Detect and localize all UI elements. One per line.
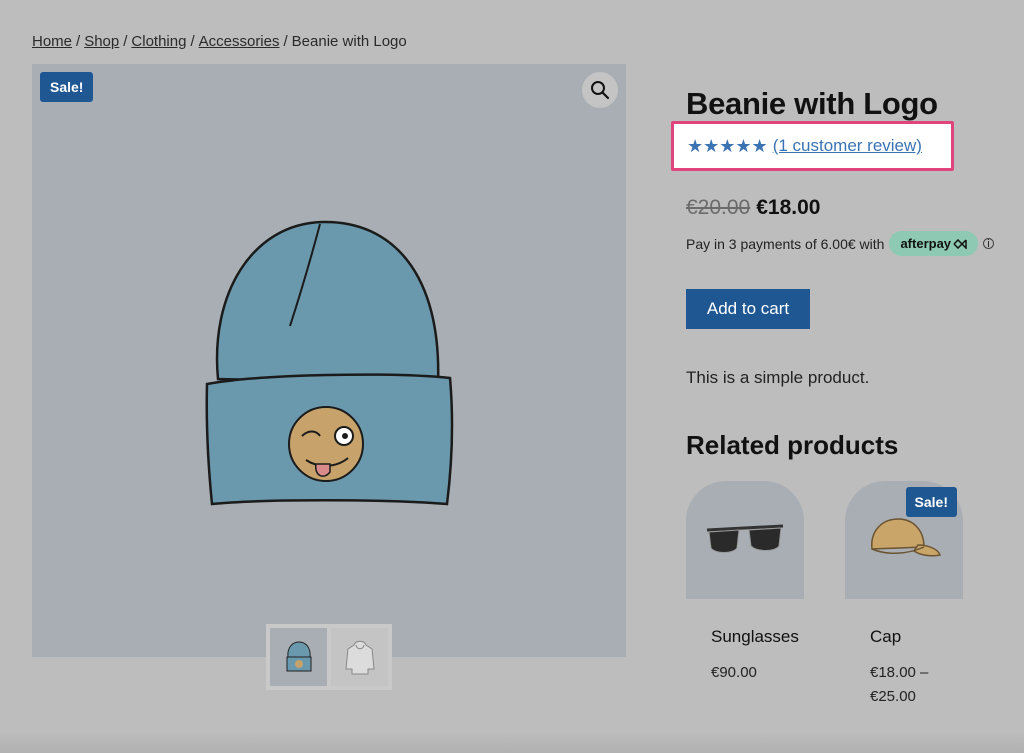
info-icon[interactable]: i (983, 238, 995, 250)
breadcrumb-separator: / (76, 33, 81, 50)
breadcrumb: Home / Shop / Clothing / Accessories / Beanie wi… (32, 33, 407, 50)
breadcrumb-clothing[interactable]: Clothing (131, 33, 186, 50)
afterpay-message: Pay in 3 payments of 6.00€ with afterpay… (686, 231, 995, 256)
afterpay-logo-icon (953, 238, 967, 249)
cap-image[interactable]: Sale! (845, 481, 963, 599)
product-gallery: Sale! (32, 64, 626, 657)
beanie-product-image[interactable] (202, 214, 462, 514)
afterpay-text: Pay in 3 payments of 6.00€ with (686, 235, 885, 252)
cap-icon (871, 518, 941, 557)
related-products-heading: Related products (686, 430, 899, 460)
related-product-card[interactable]: Sale! Cap €18.00 – €25.00 (845, 481, 963, 709)
product-rating: ★★★★★ (1 customer review) (671, 121, 954, 171)
zoom-button[interactable] (582, 72, 618, 108)
related-product-price: €18.00 – €25.00 (870, 661, 963, 709)
sunglasses-icon (706, 524, 784, 553)
related-product-name[interactable]: Cap (870, 627, 963, 647)
star-rating-icon: ★★★★★ (687, 135, 768, 156)
price-line: €18.00 – (870, 664, 929, 681)
product-description: This is a simple product. (686, 368, 870, 387)
related-product-name[interactable]: Sunglasses (711, 627, 804, 647)
afterpay-badge[interactable]: afterpay (889, 231, 979, 256)
afterpay-brand: afterpay (900, 236, 952, 251)
sale-badge: Sale! (905, 487, 957, 517)
gallery-thumbnails (266, 624, 392, 690)
customer-review-link[interactable]: (1 customer review) (773, 136, 922, 156)
old-price: €20.00 (686, 196, 751, 219)
add-to-cart-button[interactable]: Add to cart (686, 289, 810, 329)
price-line: €25.00 (870, 688, 916, 705)
breadcrumb-current: Beanie with Logo (291, 33, 407, 50)
beanie-thumb-icon (286, 641, 311, 672)
breadcrumb-separator: / (123, 33, 128, 50)
product-price: €20.00 €18.00 (686, 196, 820, 220)
breadcrumb-separator: / (190, 33, 195, 50)
related-product-card[interactable]: Sunglasses €90.00 (686, 481, 804, 685)
bottom-shadow (0, 731, 1024, 753)
price-line: €90.00 (711, 664, 757, 681)
thumbnail-hoodie[interactable] (331, 628, 388, 686)
breadcrumb-home[interactable]: Home (32, 33, 72, 50)
thumbnail-beanie[interactable] (270, 628, 327, 686)
breadcrumb-separator: / (283, 33, 288, 50)
sale-badge: Sale! (40, 72, 94, 102)
hoodie-thumb-icon (344, 640, 375, 675)
search-icon (591, 81, 610, 100)
breadcrumb-shop[interactable]: Shop (84, 33, 119, 50)
sale-price: €18.00 (756, 196, 821, 219)
product-title: Beanie with Logo (686, 86, 938, 121)
related-product-price: €90.00 (711, 661, 804, 685)
breadcrumb-accessories[interactable]: Accessories (199, 33, 280, 50)
sunglasses-image[interactable] (686, 481, 804, 599)
